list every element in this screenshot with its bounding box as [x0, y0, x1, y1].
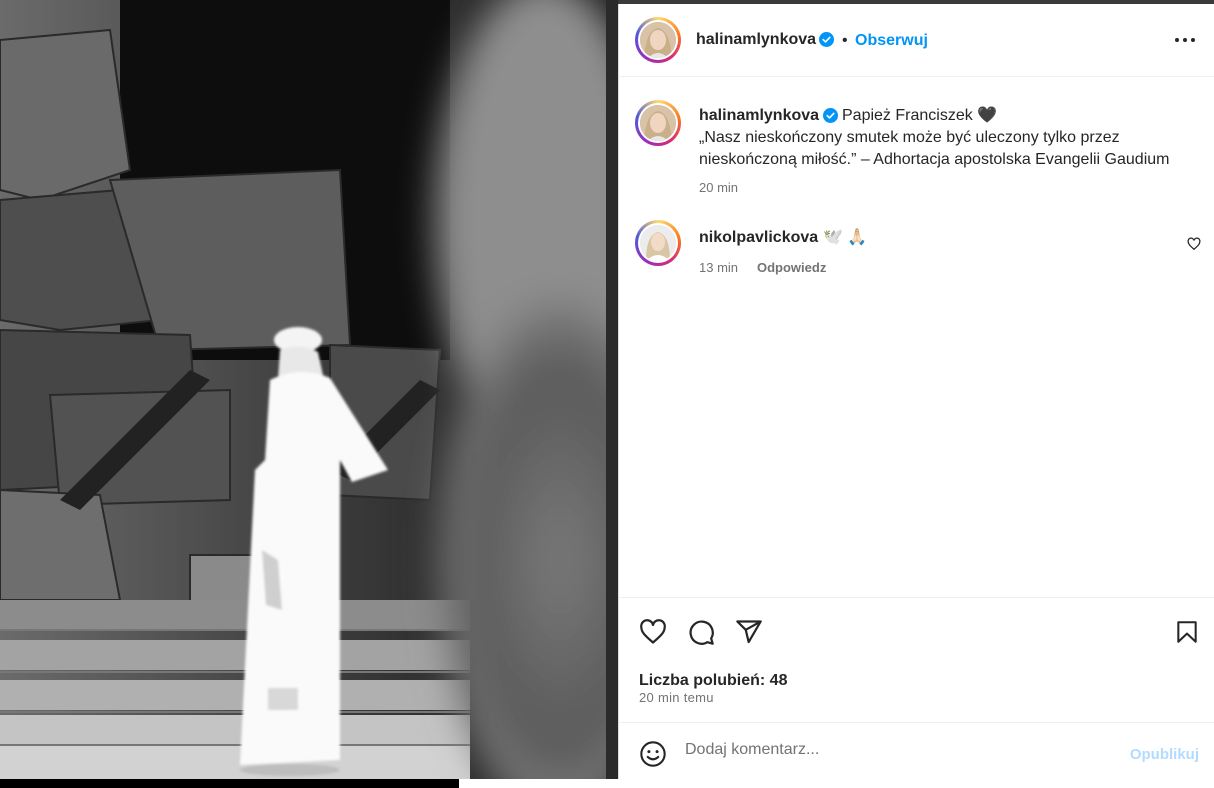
caption-line-2: „Nasz nieskończony smutek może być ulecz…: [699, 129, 1120, 146]
post-details-panel: halinamlynkova • Obserwuj halinamlynkova: [618, 4, 1214, 779]
publish-button[interactable]: Opublikuj: [1130, 746, 1199, 763]
comment-input[interactable]: [685, 741, 1105, 759]
heart-small-icon[interactable]: [1187, 237, 1201, 251]
more-horizontal-icon[interactable]: [1173, 31, 1197, 49]
author-avatar[interactable]: [635, 17, 681, 63]
emoji-icon[interactable]: [639, 740, 667, 768]
comment-bar: Opublikuj: [619, 722, 1214, 779]
post-photo[interactable]: [0, 0, 618, 788]
comment-text: 🕊️ 🙏🏻: [823, 229, 868, 246]
comment-timestamp[interactable]: 13 min: [699, 260, 738, 275]
post-time-ago: 20 min temu: [639, 690, 714, 705]
verified-badge-icon: [823, 108, 838, 123]
separator-dot: •: [842, 32, 848, 49]
caption-avatar[interactable]: [635, 100, 681, 146]
heart-icon[interactable]: [639, 618, 667, 646]
bookmark-icon[interactable]: [1174, 618, 1200, 646]
caption-line-1: Papież Franciszek 🖤: [842, 107, 998, 124]
caption-line-3: nieskończoną miłość.” – Adhortacja apost…: [699, 151, 1170, 168]
post-header: halinamlynkova • Obserwuj: [619, 4, 1214, 77]
likes-count[interactable]: Liczba polubień: 48: [639, 672, 787, 690]
verified-badge-icon: [819, 32, 834, 47]
comment-username[interactable]: nikolpavlickova: [699, 229, 818, 247]
author-username[interactable]: halinamlynkova: [696, 31, 816, 49]
caption-username[interactable]: halinamlynkova: [699, 107, 819, 125]
reply-button[interactable]: Odpowiedz: [757, 260, 826, 275]
follow-button[interactable]: Obserwuj: [855, 32, 928, 50]
comment-avatar[interactable]: [635, 220, 681, 266]
comment-icon[interactable]: [687, 618, 715, 646]
send-icon[interactable]: [735, 618, 763, 646]
photo-illustration: [0, 0, 618, 788]
bottom-strip: [0, 779, 1214, 788]
caption-timestamp[interactable]: 20 min: [699, 180, 738, 195]
